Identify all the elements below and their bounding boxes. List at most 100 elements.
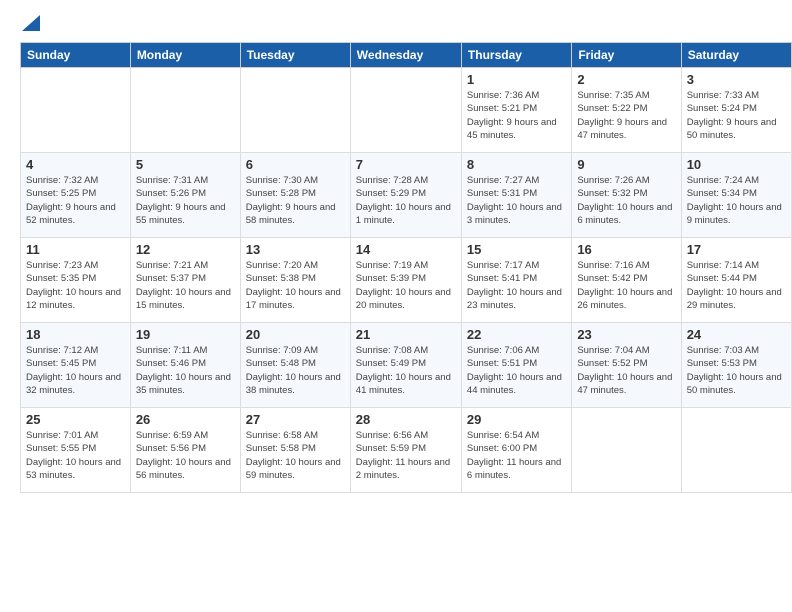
calendar-cell: 8 Sunrise: 7:27 AM Sunset: 5:31 PM Daylig… [461,153,571,238]
day-info: Sunrise: 7:27 AM Sunset: 5:31 PM Dayligh… [467,174,566,227]
day-number: 5 [136,157,235,172]
calendar-cell: 12 Sunrise: 7:21 AM Sunset: 5:37 PM Dayli… [130,238,240,323]
header-tuesday: Tuesday [240,43,350,68]
calendar-cell: 28 Sunrise: 6:56 AM Sunset: 5:59 PM Dayli… [350,408,461,493]
calendar-cell: 22 Sunrise: 7:06 AM Sunset: 5:51 PM Dayli… [461,323,571,408]
header-wednesday: Wednesday [350,43,461,68]
day-info: Sunrise: 7:12 AM Sunset: 5:45 PM Dayligh… [26,344,125,397]
calendar-week-row: 25 Sunrise: 7:01 AM Sunset: 5:55 PM Dayli… [21,408,792,493]
calendar-cell: 29 Sunrise: 6:54 AM Sunset: 6:00 PM Dayli… [461,408,571,493]
calendar-cell: 18 Sunrise: 7:12 AM Sunset: 5:45 PM Dayli… [21,323,131,408]
day-number: 16 [577,242,675,257]
calendar-cell [350,68,461,153]
day-info: Sunrise: 7:03 AM Sunset: 5:53 PM Dayligh… [687,344,786,397]
day-info: Sunrise: 7:24 AM Sunset: 5:34 PM Dayligh… [687,174,786,227]
day-number: 23 [577,327,675,342]
day-info: Sunrise: 7:26 AM Sunset: 5:32 PM Dayligh… [577,174,675,227]
day-info: Sunrise: 7:08 AM Sunset: 5:49 PM Dayligh… [356,344,456,397]
calendar-week-row: 11 Sunrise: 7:23 AM Sunset: 5:35 PM Dayli… [21,238,792,323]
header-monday: Monday [130,43,240,68]
calendar-cell [21,68,131,153]
header-friday: Friday [572,43,681,68]
calendar-cell: 1Sunrise: 7:36 AM Sunset: 5:21 PM Daylig… [461,68,571,153]
day-info: Sunrise: 7:01 AM Sunset: 5:55 PM Dayligh… [26,429,125,482]
day-number: 22 [467,327,566,342]
day-number: 25 [26,412,125,427]
calendar-cell: 23 Sunrise: 7:04 AM Sunset: 5:52 PM Dayli… [572,323,681,408]
day-info: Sunrise: 7:04 AM Sunset: 5:52 PM Dayligh… [577,344,675,397]
calendar-cell: 15 Sunrise: 7:17 AM Sunset: 5:41 PM Dayli… [461,238,571,323]
day-info: Sunrise: 7:11 AM Sunset: 5:46 PM Dayligh… [136,344,235,397]
day-number: 19 [136,327,235,342]
day-info: Sunrise: 7:09 AM Sunset: 5:48 PM Dayligh… [246,344,345,397]
calendar-cell: 14Sunrise: 7:19 AM Sunset: 5:39 PM Dayli… [350,238,461,323]
calendar-cell: 10 Sunrise: 7:24 AM Sunset: 5:34 PM Dayli… [681,153,791,238]
day-number: 7 [356,157,456,172]
calendar-cell: 27Sunrise: 6:58 AM Sunset: 5:58 PM Dayli… [240,408,350,493]
calendar-table: Sunday Monday Tuesday Wednesday Thursday… [20,42,792,493]
day-number: 18 [26,327,125,342]
header-sunday: Sunday [21,43,131,68]
day-info: Sunrise: 7:06 AM Sunset: 5:51 PM Dayligh… [467,344,566,397]
calendar-week-row: 18 Sunrise: 7:12 AM Sunset: 5:45 PM Dayli… [21,323,792,408]
day-info: Sunrise: 7:16 AM Sunset: 5:42 PM Dayligh… [577,259,675,312]
day-info: Sunrise: 7:20 AM Sunset: 5:38 PM Dayligh… [246,259,345,312]
calendar-cell [130,68,240,153]
day-number: 26 [136,412,235,427]
day-number: 17 [687,242,786,257]
day-number: 1 [467,72,566,87]
day-info: Sunrise: 7:14 AM Sunset: 5:44 PM Dayligh… [687,259,786,312]
calendar-cell: 26Sunrise: 6:59 AM Sunset: 5:56 PM Dayli… [130,408,240,493]
calendar-cell: 9 Sunrise: 7:26 AM Sunset: 5:32 PM Daylig… [572,153,681,238]
day-info: Sunrise: 7:31 AM Sunset: 5:26 PM Dayligh… [136,174,235,227]
calendar-cell: 21Sunrise: 7:08 AM Sunset: 5:49 PM Dayli… [350,323,461,408]
day-number: 11 [26,242,125,257]
calendar-cell [681,408,791,493]
day-number: 4 [26,157,125,172]
calendar-cell: 17 Sunrise: 7:14 AM Sunset: 5:44 PM Dayli… [681,238,791,323]
calendar-cell: 11 Sunrise: 7:23 AM Sunset: 5:35 PM Dayli… [21,238,131,323]
day-number: 6 [246,157,345,172]
day-number: 3 [687,72,786,87]
header-thursday: Thursday [461,43,571,68]
day-number: 2 [577,72,675,87]
calendar-cell: 6 Sunrise: 7:30 AM Sunset: 5:28 PM Daylig… [240,153,350,238]
day-info: Sunrise: 7:32 AM Sunset: 5:25 PM Dayligh… [26,174,125,227]
calendar-cell: 13 Sunrise: 7:20 AM Sunset: 5:38 PM Dayli… [240,238,350,323]
day-info: Sunrise: 7:23 AM Sunset: 5:35 PM Dayligh… [26,259,125,312]
day-number: 12 [136,242,235,257]
day-info: Sunrise: 7:21 AM Sunset: 5:37 PM Dayligh… [136,259,235,312]
day-number: 10 [687,157,786,172]
calendar-week-row: 1Sunrise: 7:36 AM Sunset: 5:21 PM Daylig… [21,68,792,153]
day-info: Sunrise: 7:28 AM Sunset: 5:29 PM Dayligh… [356,174,456,227]
day-number: 28 [356,412,456,427]
calendar-cell: 4 Sunrise: 7:32 AM Sunset: 5:25 PM Daylig… [21,153,131,238]
day-number: 9 [577,157,675,172]
day-number: 13 [246,242,345,257]
calendar-cell: 16 Sunrise: 7:16 AM Sunset: 5:42 PM Dayli… [572,238,681,323]
day-number: 24 [687,327,786,342]
day-info: Sunrise: 7:33 AM Sunset: 5:24 PM Dayligh… [687,89,786,142]
calendar-cell: 7 Sunrise: 7:28 AM Sunset: 5:29 PM Daylig… [350,153,461,238]
calendar-cell: 25 Sunrise: 7:01 AM Sunset: 5:55 PM Dayli… [21,408,131,493]
calendar-cell: 5 Sunrise: 7:31 AM Sunset: 5:26 PM Daylig… [130,153,240,238]
day-info: Sunrise: 6:54 AM Sunset: 6:00 PM Dayligh… [467,429,566,482]
calendar-cell [240,68,350,153]
calendar-cell [572,408,681,493]
day-info: Sunrise: 7:30 AM Sunset: 5:28 PM Dayligh… [246,174,345,227]
calendar-week-row: 4 Sunrise: 7:32 AM Sunset: 5:25 PM Daylig… [21,153,792,238]
day-number: 15 [467,242,566,257]
day-number: 8 [467,157,566,172]
day-info: Sunrise: 6:56 AM Sunset: 5:59 PM Dayligh… [356,429,456,482]
day-info: Sunrise: 6:58 AM Sunset: 5:58 PM Dayligh… [246,429,345,482]
calendar-cell: 24 Sunrise: 7:03 AM Sunset: 5:53 PM Dayli… [681,323,791,408]
calendar-header-row: Sunday Monday Tuesday Wednesday Thursday… [21,43,792,68]
calendar-cell: 3 Sunrise: 7:33 AM Sunset: 5:24 PM Daylig… [681,68,791,153]
calendar-cell: 19 Sunrise: 7:11 AM Sunset: 5:46 PM Dayli… [130,323,240,408]
day-info: Sunrise: 7:17 AM Sunset: 5:41 PM Dayligh… [467,259,566,312]
calendar-cell: 20Sunrise: 7:09 AM Sunset: 5:48 PM Dayli… [240,323,350,408]
day-number: 29 [467,412,566,427]
day-number: 14 [356,242,456,257]
day-info: Sunrise: 7:35 AM Sunset: 5:22 PM Dayligh… [577,89,675,142]
logo [20,15,40,32]
